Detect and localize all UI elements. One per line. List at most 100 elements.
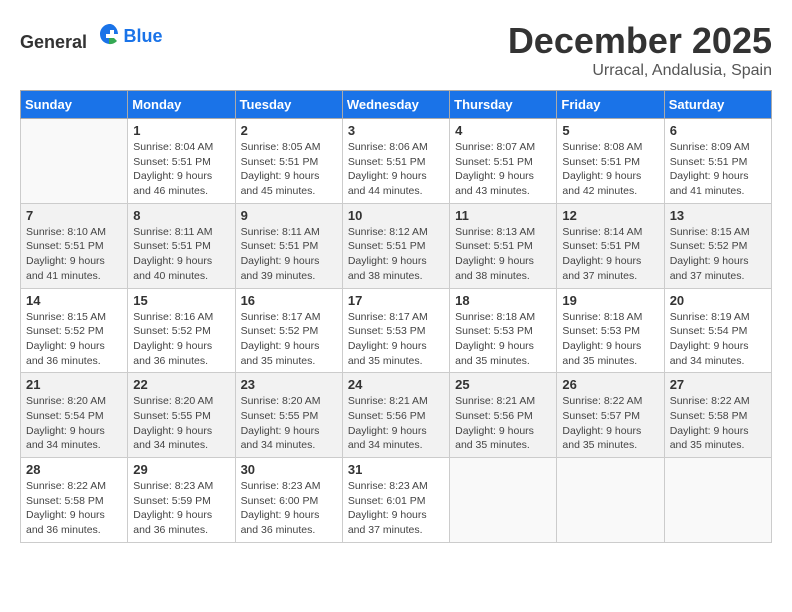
sunrise-text: Sunrise: 8:20 AM bbox=[133, 394, 229, 409]
daylight-text-cont: and 34 minutes. bbox=[241, 438, 337, 453]
daylight-text: Daylight: 9 hours bbox=[455, 424, 551, 439]
logo-icon bbox=[96, 20, 124, 48]
day-info: Sunrise: 8:06 AMSunset: 5:51 PMDaylight:… bbox=[348, 140, 444, 199]
calendar-day-cell: 18Sunrise: 8:18 AMSunset: 5:53 PMDayligh… bbox=[450, 288, 557, 373]
daylight-text-cont: and 37 minutes. bbox=[670, 269, 766, 284]
sunset-text: Sunset: 6:01 PM bbox=[348, 494, 444, 509]
calendar-header-cell: Wednesday bbox=[342, 91, 449, 119]
day-info: Sunrise: 8:05 AMSunset: 5:51 PMDaylight:… bbox=[241, 140, 337, 199]
daylight-text: Daylight: 9 hours bbox=[241, 508, 337, 523]
daylight-text-cont: and 36 minutes. bbox=[241, 523, 337, 538]
daylight-text-cont: and 35 minutes. bbox=[562, 438, 658, 453]
sunset-text: Sunset: 5:52 PM bbox=[670, 239, 766, 254]
daylight-text-cont: and 35 minutes. bbox=[455, 438, 551, 453]
day-number: 1 bbox=[133, 123, 229, 138]
day-info: Sunrise: 8:20 AMSunset: 5:55 PMDaylight:… bbox=[241, 394, 337, 453]
day-info: Sunrise: 8:23 AMSunset: 6:00 PMDaylight:… bbox=[241, 479, 337, 538]
daylight-text-cont: and 35 minutes. bbox=[562, 354, 658, 369]
sunrise-text: Sunrise: 8:10 AM bbox=[26, 225, 122, 240]
calendar-day-cell: 21 Sunrise: 8:20 AMSunset: 5:54 PMDayligh… bbox=[21, 373, 128, 458]
day-number: 6 bbox=[670, 123, 766, 138]
main-title: December 2025 bbox=[508, 20, 772, 62]
calendar-day-cell: 23Sunrise: 8:20 AMSunset: 5:55 PMDayligh… bbox=[235, 373, 342, 458]
daylight-text: Daylight: 9 hours bbox=[133, 169, 229, 184]
calendar-header-cell: Tuesday bbox=[235, 91, 342, 119]
day-number: 4 bbox=[455, 123, 551, 138]
daylight-text-cont: and 39 minutes. bbox=[241, 269, 337, 284]
day-number: 5 bbox=[562, 123, 658, 138]
day-info: Sunrise: 8:10 AMSunset: 5:51 PMDaylight:… bbox=[26, 225, 122, 284]
calendar-day-cell: 20Sunrise: 8:19 AMSunset: 5:54 PMDayligh… bbox=[664, 288, 771, 373]
day-number: 2 bbox=[241, 123, 337, 138]
daylight-text-cont: and 41 minutes. bbox=[26, 269, 122, 284]
day-number: 26 bbox=[562, 377, 658, 392]
sunset-text: Sunset: 5:52 PM bbox=[133, 324, 229, 339]
sunset-text: Sunset: 5:52 PM bbox=[241, 324, 337, 339]
daylight-text: Daylight: 9 hours bbox=[26, 424, 122, 439]
daylight-text-cont: and 36 minutes. bbox=[26, 523, 122, 538]
day-number: 10 bbox=[348, 208, 444, 223]
daylight-text-cont: and 46 minutes. bbox=[133, 184, 229, 199]
daylight-text: Daylight: 9 hours bbox=[133, 254, 229, 269]
day-number: 3 bbox=[348, 123, 444, 138]
day-number: 19 bbox=[562, 293, 658, 308]
sunrise-text: Sunrise: 8:21 AM bbox=[455, 394, 551, 409]
sunrise-text: Sunrise: 8:12 AM bbox=[348, 225, 444, 240]
day-number: 12 bbox=[562, 208, 658, 223]
sunrise-text: Sunrise: 8:23 AM bbox=[241, 479, 337, 494]
daylight-text-cont: and 38 minutes. bbox=[455, 269, 551, 284]
sunrise-text: Sunrise: 8:19 AM bbox=[670, 310, 766, 325]
calendar-day-cell: 13Sunrise: 8:15 AMSunset: 5:52 PMDayligh… bbox=[664, 203, 771, 288]
sunset-text: Sunset: 5:56 PM bbox=[455, 409, 551, 424]
day-number: 22 bbox=[133, 377, 229, 392]
calendar-week-row: 28Sunrise: 8:22 AMSunset: 5:58 PMDayligh… bbox=[21, 458, 772, 543]
day-number: 7 bbox=[26, 208, 122, 223]
calendar-body: 1 Sunrise: 8:04 AMSunset: 5:51 PMDaylight… bbox=[21, 119, 772, 543]
daylight-text: Daylight: 9 hours bbox=[562, 169, 658, 184]
calendar-day-cell: 4Sunrise: 8:07 AMSunset: 5:51 PMDaylight… bbox=[450, 119, 557, 204]
calendar-day-cell: 31Sunrise: 8:23 AMSunset: 6:01 PMDayligh… bbox=[342, 458, 449, 543]
sunrise-text: Sunrise: 8:17 AM bbox=[241, 310, 337, 325]
day-info: Sunrise: 8:20 AMSunset: 5:55 PMDaylight:… bbox=[133, 394, 229, 453]
day-info: Sunrise: 8:04 AMSunset: 5:51 PMDaylight:… bbox=[133, 140, 229, 199]
day-info: Sunrise: 8:09 AMSunset: 5:51 PMDaylight:… bbox=[670, 140, 766, 199]
day-number: 28 bbox=[26, 462, 122, 477]
calendar-day-cell: 28Sunrise: 8:22 AMSunset: 5:58 PMDayligh… bbox=[21, 458, 128, 543]
day-number: 27 bbox=[670, 377, 766, 392]
calendar-day-cell: 1 Sunrise: 8:04 AMSunset: 5:51 PMDaylight… bbox=[128, 119, 235, 204]
sunset-text: Sunset: 5:51 PM bbox=[455, 155, 551, 170]
calendar-header-cell: Thursday bbox=[450, 91, 557, 119]
daylight-text: Daylight: 9 hours bbox=[562, 424, 658, 439]
sunset-text: Sunset: 5:54 PM bbox=[670, 324, 766, 339]
daylight-text: Daylight: 9 hours bbox=[26, 508, 122, 523]
daylight-text: Daylight: 9 hours bbox=[133, 339, 229, 354]
daylight-text: Daylight: 9 hours bbox=[670, 339, 766, 354]
day-info: Sunrise: 8:11 AMSunset: 5:51 PMDaylight:… bbox=[241, 225, 337, 284]
calendar: SundayMondayTuesdayWednesdayThursdayFrid… bbox=[20, 90, 772, 543]
calendar-week-row: 1 Sunrise: 8:04 AMSunset: 5:51 PMDaylight… bbox=[21, 119, 772, 204]
day-number: 29 bbox=[133, 462, 229, 477]
calendar-day-cell: 27Sunrise: 8:22 AMSunset: 5:58 PMDayligh… bbox=[664, 373, 771, 458]
sunrise-text: Sunrise: 8:23 AM bbox=[133, 479, 229, 494]
day-info: Sunrise: 8:21 AMSunset: 5:56 PMDaylight:… bbox=[455, 394, 551, 453]
day-number: 21 bbox=[26, 377, 122, 392]
sunset-text: Sunset: 5:53 PM bbox=[348, 324, 444, 339]
daylight-text: Daylight: 9 hours bbox=[455, 339, 551, 354]
daylight-text: Daylight: 9 hours bbox=[562, 254, 658, 269]
calendar-day-cell: 22 Sunrise: 8:20 AMSunset: 5:55 PMDayligh… bbox=[128, 373, 235, 458]
day-info: Sunrise: 8:21 AMSunset: 5:56 PMDaylight:… bbox=[348, 394, 444, 453]
sunrise-text: Sunrise: 8:23 AM bbox=[348, 479, 444, 494]
sunrise-text: Sunrise: 8:11 AM bbox=[241, 225, 337, 240]
sunset-text: Sunset: 5:52 PM bbox=[26, 324, 122, 339]
day-info: Sunrise: 8:12 AMSunset: 5:51 PMDaylight:… bbox=[348, 225, 444, 284]
logo-blue: Blue bbox=[124, 26, 163, 46]
daylight-text-cont: and 35 minutes. bbox=[670, 438, 766, 453]
day-info: Sunrise: 8:11 AMSunset: 5:51 PMDaylight:… bbox=[133, 225, 229, 284]
calendar-day-cell: 5Sunrise: 8:08 AMSunset: 5:51 PMDaylight… bbox=[557, 119, 664, 204]
day-info: Sunrise: 8:20 AMSunset: 5:54 PMDaylight:… bbox=[26, 394, 122, 453]
calendar-day-cell: 17Sunrise: 8:17 AMSunset: 5:53 PMDayligh… bbox=[342, 288, 449, 373]
daylight-text: Daylight: 9 hours bbox=[670, 254, 766, 269]
sunrise-text: Sunrise: 8:16 AM bbox=[133, 310, 229, 325]
daylight-text-cont: and 34 minutes. bbox=[348, 438, 444, 453]
day-number: 14 bbox=[26, 293, 122, 308]
